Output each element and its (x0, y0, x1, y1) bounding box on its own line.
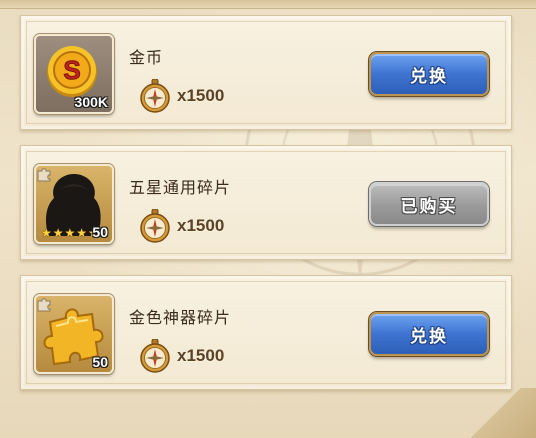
star-icon: ★ (64, 226, 76, 240)
compass-icon (140, 79, 170, 113)
exchange-button[interactable]: 兑换 (369, 52, 489, 96)
exchange-button[interactable]: 兑换 (369, 312, 489, 356)
price-amount: x1500 (177, 86, 225, 105)
compass-icon (140, 209, 170, 243)
puzzle-piece-badge-icon (37, 298, 51, 312)
item-quantity: 50 (92, 224, 108, 240)
price-amount: x1500 (177, 346, 225, 365)
star-icon: ★ (76, 226, 88, 240)
item-price: x1500 (139, 338, 224, 374)
shop-item-gold-coin: S 300K 金币 x1500 兑换 (20, 15, 512, 130)
shop-item-gold-artifact-shard: 50 金色神器碎片 x1500 兑换 (20, 275, 512, 390)
star-rating: ★ ★ ★ ★ ★ (41, 227, 99, 239)
star-icon: ★ (41, 226, 52, 240)
svg-text:S: S (63, 55, 80, 85)
star-icon: ★ (52, 226, 64, 240)
item-name: 金色神器碎片 (129, 308, 232, 327)
shop-item-five-star-shard: ★ ★ ★ ★ ★ 50 五星通用碎片 x1500 已购买 (20, 145, 512, 260)
purchased-button[interactable]: 已购买 (369, 182, 489, 226)
compass-icon (140, 339, 170, 373)
item-quantity: 300K (74, 94, 108, 110)
item-price: x1500 (139, 78, 224, 114)
item-quantity: 50 (92, 354, 108, 370)
top-border (0, 0, 536, 9)
item-name: 五星通用碎片 (129, 178, 232, 197)
item-icon-frame[interactable]: 50 (34, 294, 114, 374)
item-icon-frame[interactable]: S 300K (34, 34, 114, 114)
item-name: 金币 (129, 48, 164, 67)
item-price: x1500 (139, 208, 224, 244)
price-amount: x1500 (177, 216, 225, 235)
puzzle-piece-badge-icon (37, 168, 51, 182)
shop-item-list: S 300K 金币 x1500 兑换 ★ ★ ★ ★ ★ 50 五星通用碎片 x… (20, 15, 512, 405)
item-icon-frame[interactable]: ★ ★ ★ ★ ★ 50 (34, 164, 114, 244)
